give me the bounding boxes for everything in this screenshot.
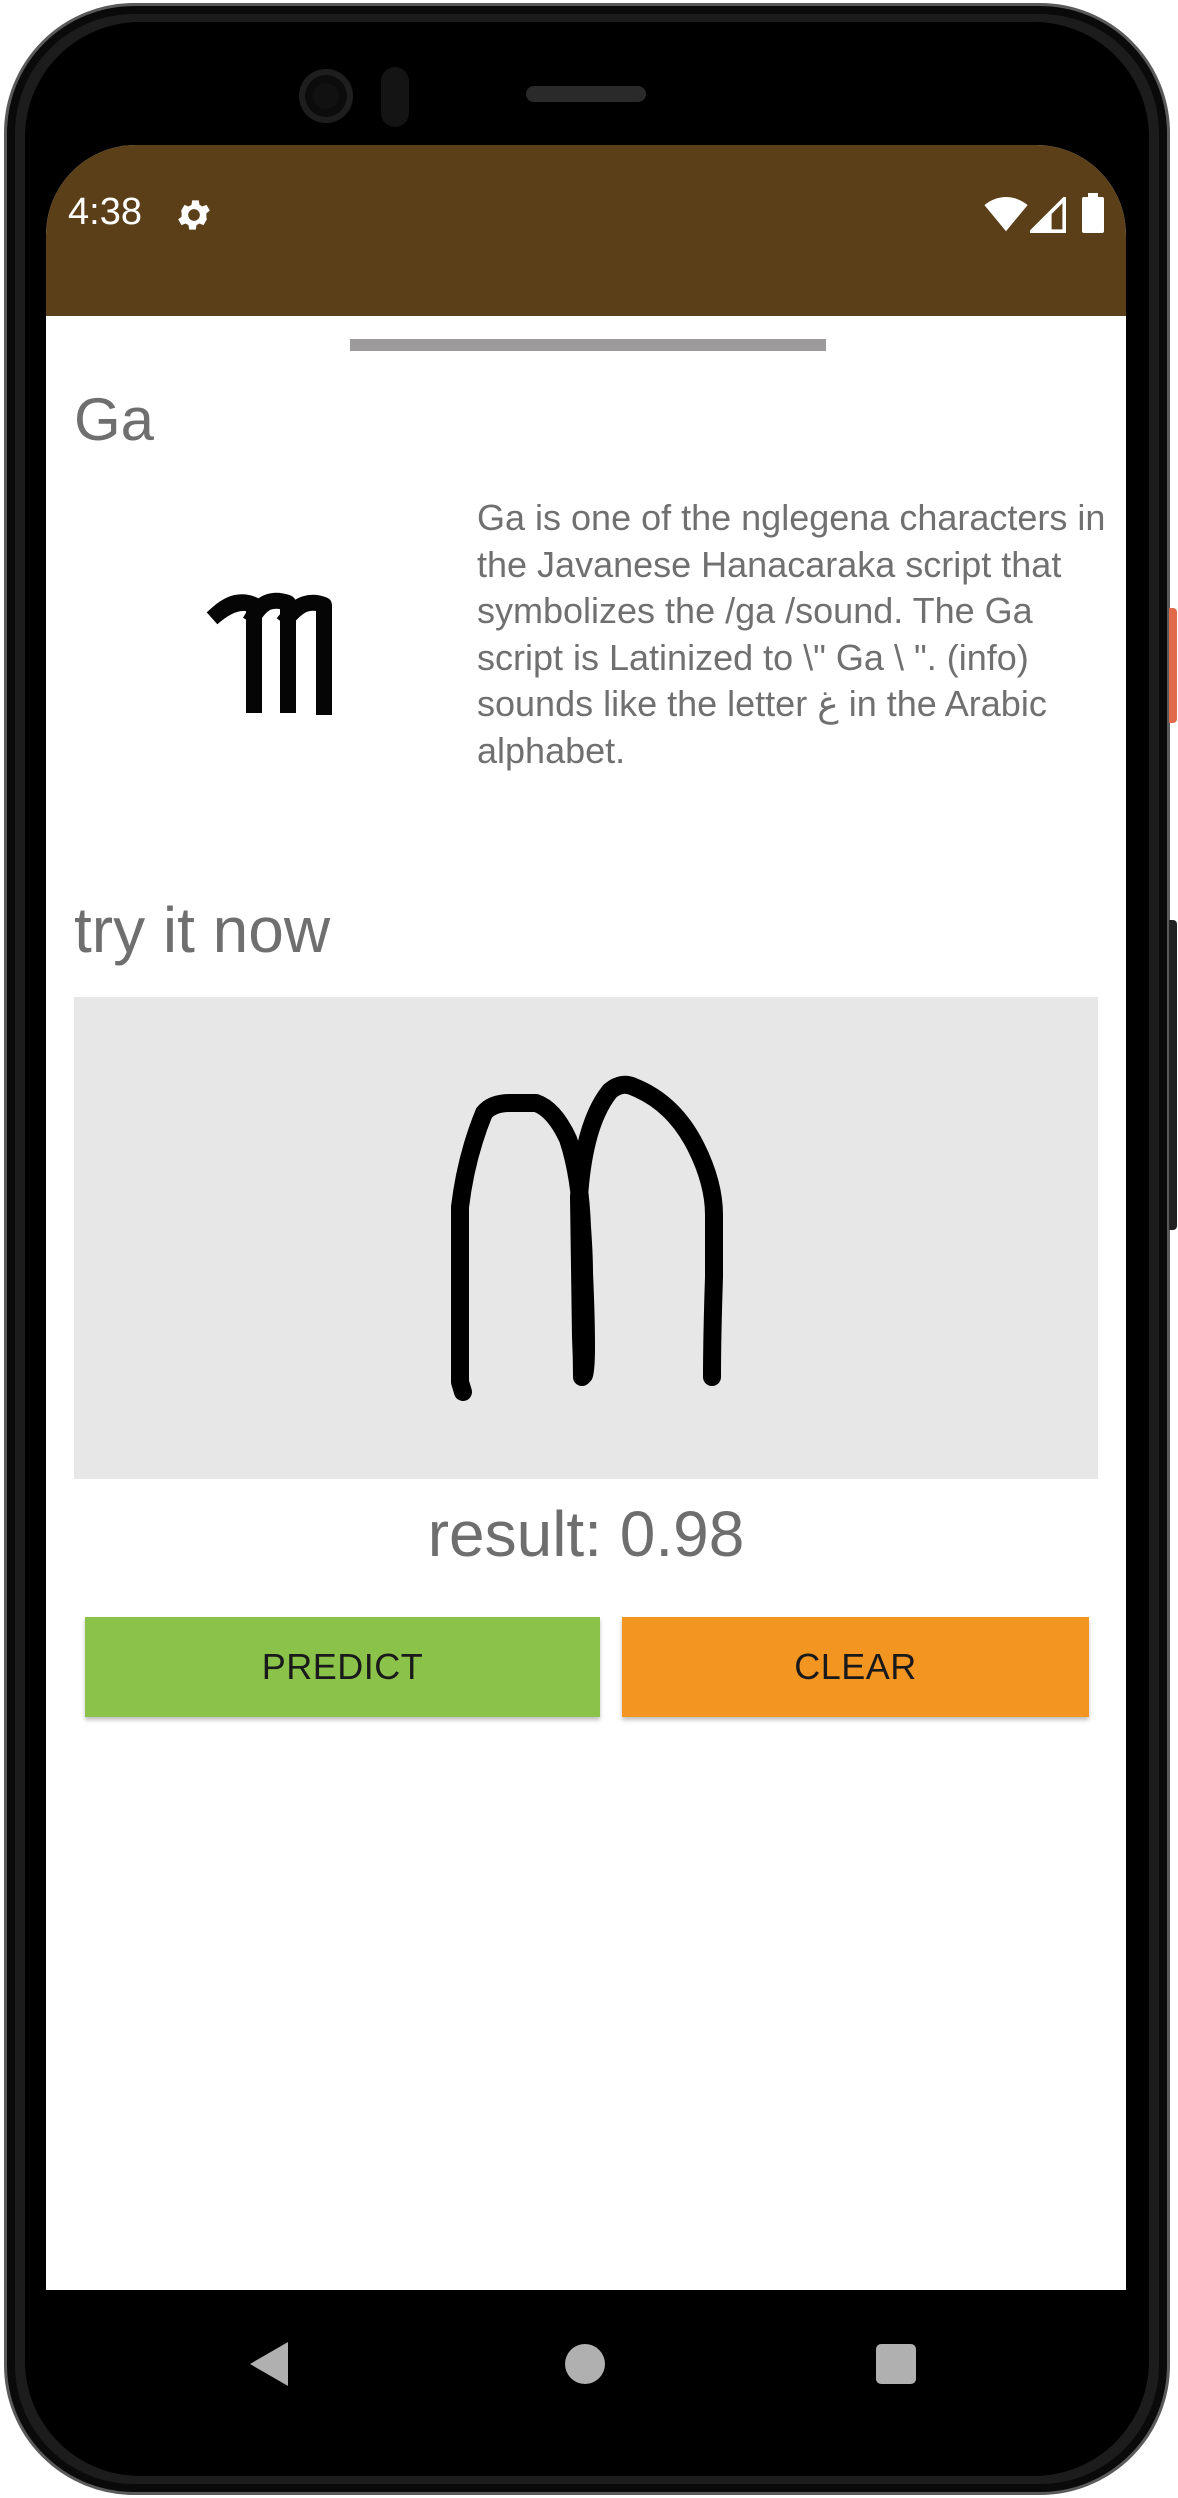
character-glyph-image	[206, 592, 332, 715]
home-icon[interactable]	[565, 2344, 605, 2384]
clear-button[interactable]: CLEAR	[622, 1617, 1089, 1717]
gear-icon	[178, 200, 210, 230]
wifi-icon	[984, 197, 1028, 232]
app-screen: 4:38 Ga Ga is one of the nglegena charac…	[46, 145, 1126, 2395]
status-time: 4:38	[68, 191, 142, 233]
character-title: Ga	[74, 386, 155, 453]
signal-icon	[1030, 197, 1066, 233]
proximity-sensor	[381, 67, 409, 127]
practice-title: try it now	[74, 894, 331, 966]
drag-handle[interactable]	[350, 339, 826, 351]
phone-device: 4:38 Ga Ga is one of the nglegena charac…	[0, 0, 1178, 2498]
front-camera	[299, 69, 353, 123]
earpiece-speaker	[526, 86, 646, 102]
character-description: Ga is one of the nglegena characters in …	[477, 497, 1106, 771]
battery-icon	[1082, 193, 1104, 233]
predict-button[interactable]: PREDICT	[85, 1617, 600, 1717]
result-text: result: 0.98	[427, 1498, 745, 1570]
recents-icon[interactable]	[876, 2344, 916, 2384]
volume-button	[1169, 920, 1177, 1230]
back-icon[interactable]	[248, 2340, 292, 2388]
drawing-canvas[interactable]	[74, 997, 1098, 1479]
status-bar: 4:38	[46, 145, 1126, 316]
power-button	[1169, 608, 1177, 723]
user-drawing-stroke	[451, 1075, 723, 1401]
